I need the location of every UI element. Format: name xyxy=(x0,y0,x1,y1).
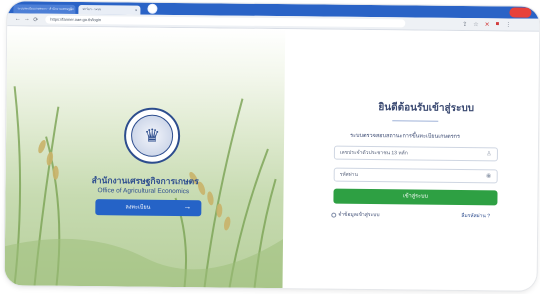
welcome-heading: ยินดีต้อนรับเข้าสู่ระบบ xyxy=(378,102,475,115)
window-close-button[interactable] xyxy=(509,7,532,18)
heading-divider xyxy=(392,120,439,122)
login-button[interactable]: เข้าสู่ระบบ xyxy=(333,188,498,206)
extension-icon-2[interactable]: ■ xyxy=(496,21,500,28)
url-input[interactable]: https://farmer.oae.go.th/login xyxy=(45,15,406,28)
screen-frame: ระบบทะเบียนเกษตรกร - สำนักงานเศรษฐกิจ × … xyxy=(4,1,540,291)
org-name-english: Office of Agricultural Economics xyxy=(97,187,190,196)
remember-me[interactable]: จำข้อมูลเข้าสู่ระบบ xyxy=(331,211,380,220)
extension-icon[interactable]: ✕ xyxy=(485,21,490,28)
user-icon: ♙ xyxy=(486,151,492,158)
remember-checkbox[interactable] xyxy=(331,212,337,218)
back-icon[interactable]: ← xyxy=(13,16,22,22)
tab-title: ฟาร์มฯ - ระบบ xyxy=(82,7,102,12)
system-subtitle: ระบบตรวจสอบสถานะการขึ้นทะเบียนเกษตรกร xyxy=(350,132,460,140)
org-seal-logo: ♛ xyxy=(123,107,181,165)
forward-icon[interactable]: → xyxy=(22,16,31,22)
org-name-thai: สำนักงานเศรษฐกิจการเกษตร xyxy=(91,175,199,187)
tab-title: ระบบทะเบียนเกษตรกร - สำนักงานเศรษฐกิจ xyxy=(17,6,74,11)
seal-emblem-icon: ♛ xyxy=(130,114,174,157)
register-button[interactable]: ลงทะเบียน → xyxy=(95,199,202,217)
eye-icon[interactable]: ◉ xyxy=(484,170,494,182)
username-field[interactable]: เลขประจำตัวประชาชน 13 หลัก xyxy=(333,145,498,162)
close-icon[interactable]: × xyxy=(70,5,72,14)
login-page: ♛ สำนักงานเศรษฐกิจการเกษตร Office of Agr… xyxy=(4,26,540,291)
login-panel: ยินดีต้อนรับเข้าสู่ระบบ ระบบตรวจสอบสถานะ… xyxy=(283,29,540,291)
close-icon[interactable]: × xyxy=(135,6,137,15)
toolbar-icons: ⇪ ☆ ✕ ■ ⋮ xyxy=(462,21,511,28)
star-icon[interactable]: ☆ xyxy=(473,21,478,28)
remember-label: จำข้อมูลเข้าสู่ระบบ xyxy=(338,211,380,219)
arrow-right-icon: → xyxy=(183,202,192,212)
register-label: ลงทะเบียน xyxy=(125,204,151,211)
share-icon[interactable]: ⇪ xyxy=(462,21,467,28)
password-field[interactable]: รหัสผ่าน xyxy=(333,167,498,184)
hero-panel: ♛ สำนักงานเศรษฐกิจการเกษตร Office of Agr… xyxy=(4,26,286,289)
new-tab-button[interactable] xyxy=(147,3,158,14)
forgot-password-link[interactable]: ลืมรหัสผ่าน ? xyxy=(461,212,490,220)
menu-icon[interactable]: ⋮ xyxy=(505,21,511,28)
reload-icon[interactable]: ⟳ xyxy=(31,16,40,23)
